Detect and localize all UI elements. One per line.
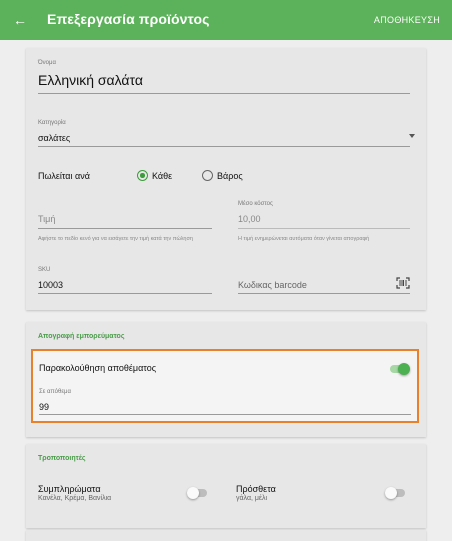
track-stock-label: Παρακολούθηση αποθέματος — [39, 363, 157, 373]
name-label: Όνομα — [38, 60, 56, 66]
sku-field[interactable]: 10003 — [38, 280, 63, 290]
chevron-down-icon[interactable] — [409, 134, 415, 139]
stock-underline — [39, 414, 411, 415]
avg-cost-underline — [238, 228, 410, 229]
radio-each[interactable] — [137, 170, 148, 181]
track-stock-toggle[interactable] — [390, 363, 410, 375]
avg-cost-value: 10,00 — [238, 214, 261, 224]
category-underline — [38, 146, 410, 147]
next-card — [26, 530, 426, 541]
category-select[interactable]: σαλάτες — [38, 133, 70, 143]
price-hint: Αφήστε το πεδίο κενό για να εισάγετε την… — [38, 236, 193, 242]
price-underline — [38, 228, 212, 229]
back-arrow-icon[interactable]: ← — [13, 10, 29, 30]
app-bar: ← Επεξεργασία προϊόντος ΑΠΟΘΗΚΕΥΣΗ — [0, 0, 452, 40]
modifier-options: γάλα, μέλι — [236, 495, 268, 502]
inventory-section-title: Απογραφή εμπορεύματος — [38, 333, 125, 340]
modifier-toggle[interactable] — [385, 487, 405, 499]
barcode-underline — [238, 293, 410, 294]
barcode-scan-icon[interactable] — [396, 277, 410, 289]
modifiers-card: Τροποποιητές Συμπληρώματα Κανέλα, Κρέμα,… — [26, 444, 426, 528]
category-label: Κατηγορία — [38, 120, 66, 126]
sku-label: SKU — [38, 267, 51, 273]
name-underline — [38, 93, 410, 94]
sku-underline — [38, 293, 212, 294]
radio-each-label: Κάθε — [152, 171, 173, 181]
product-details-card: Όνομα Ελληνική σαλάτα Κατηγορία σαλάτες … — [26, 48, 426, 310]
sold-by-label: Πωλείται ανά — [38, 171, 90, 181]
barcode-input[interactable]: Κωδικας barcode — [238, 280, 307, 290]
modifier-options: Κανέλα, Κρέμα, Βανίλια — [38, 495, 112, 502]
modifier-toggle[interactable] — [187, 487, 207, 499]
radio-weight-label: Βάρος — [217, 171, 243, 181]
price-input[interactable]: Τιμή — [38, 214, 55, 224]
page-title: Επεξεργασία προϊόντος — [47, 11, 210, 27]
stock-tracking-panel: Παρακολούθηση αποθέματος Σε απόθεμα 99 — [31, 349, 419, 423]
avg-cost-label: Μέσο κόστος — [238, 201, 273, 207]
stock-label: Σε απόθεμα — [39, 389, 71, 395]
save-button[interactable]: ΑΠΟΘΗΚΕΥΣΗ — [374, 15, 440, 25]
modifier-name: Πρόσθετα — [236, 484, 276, 494]
radio-weight[interactable] — [202, 170, 213, 181]
cost-hint: Η τιμή ενημερώνεται αυτόματα όταν γίνετα… — [238, 236, 370, 242]
modifier-name: Συμπληρώματα — [38, 484, 101, 494]
name-field[interactable]: Ελληνική σαλάτα — [38, 72, 143, 88]
modifiers-section-title: Τροποποιητές — [38, 455, 86, 462]
stock-field[interactable]: 99 — [39, 402, 49, 412]
